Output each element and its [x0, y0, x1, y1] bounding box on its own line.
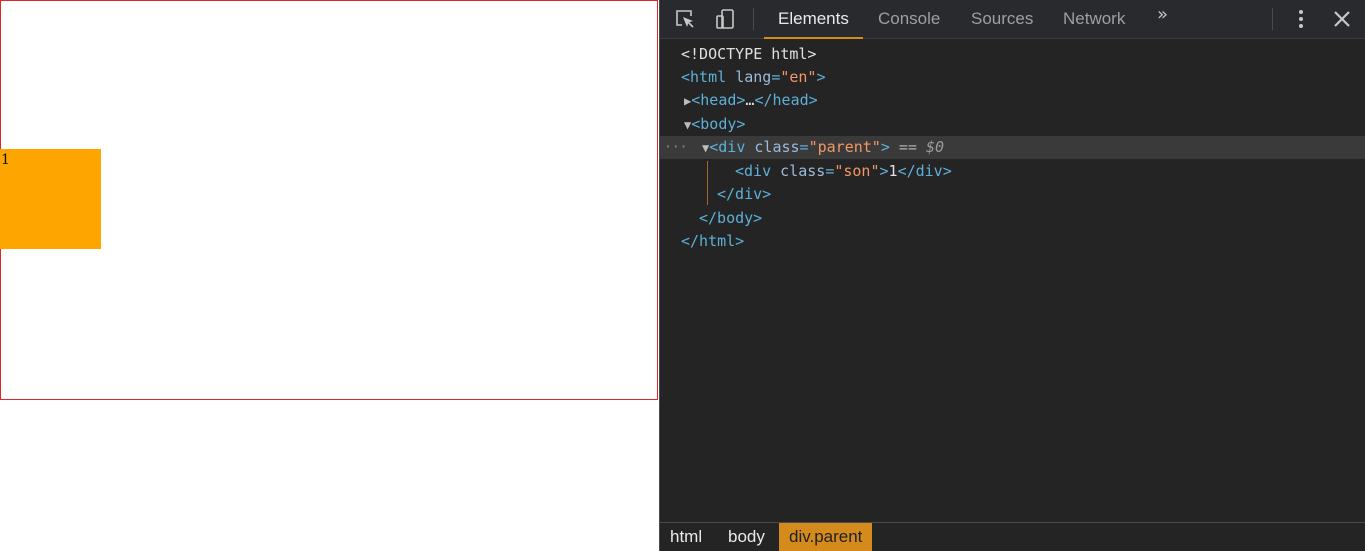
son-text-node: 1 — [888, 162, 898, 180]
more-tabs-chevron-icon[interactable]: » — [1157, 4, 1168, 25]
dom-line-head[interactable]: ▶<head>…</head> — [660, 89, 1365, 112]
selected-marker: == — [898, 138, 926, 156]
son-div-text: 1 — [1, 152, 10, 168]
devtools-panel: Elements Console Sources Network » <!DOC… — [659, 0, 1365, 551]
div-tag: <div — [735, 162, 772, 180]
class-son-value: "son" — [834, 162, 880, 180]
tab-console[interactable]: Console — [878, 0, 940, 39]
son-div[interactable] — [0, 149, 101, 249]
indent-guide — [707, 161, 708, 205]
more-actions-dots-icon[interactable]: ··· — [664, 136, 687, 159]
toolbar-separator-right — [1272, 8, 1273, 30]
tab-sources[interactable]: Sources — [971, 0, 1033, 39]
device-toolbar-icon[interactable] — [713, 7, 737, 31]
dom-line-doctype[interactable]: <!DOCTYPE html> — [660, 43, 1365, 66]
html-lang-value: "en" — [780, 68, 817, 86]
tab-elements[interactable]: Elements — [764, 0, 863, 39]
html-tag: <html — [681, 68, 727, 86]
breadcrumb-div-parent[interactable]: div.parent — [779, 523, 873, 551]
kebab-menu-icon[interactable] — [1289, 7, 1313, 31]
inspect-element-icon[interactable] — [673, 7, 697, 31]
dom-line-body-close[interactable]: </body> — [660, 207, 1365, 230]
dom-line-div-parent[interactable]: ··· ▼<div class="parent"> == $0 — [660, 136, 1365, 159]
class-parent-value: "parent" — [808, 138, 881, 156]
dom-line-body-open[interactable]: ▼<body> — [660, 113, 1365, 136]
head-close-tag: </head> — [754, 91, 818, 109]
breadcrumb-body[interactable]: body — [718, 523, 775, 551]
dom-line-html-open[interactable]: <html lang="en"> — [660, 66, 1365, 89]
devtools-toolbar: Elements Console Sources Network » — [660, 0, 1365, 39]
class-attr: class — [780, 162, 826, 180]
div-close-tag: </div> — [717, 185, 772, 203]
body-tag: <body> — [691, 115, 746, 133]
doctype-text: <!DOCTYPE html> — [681, 45, 817, 63]
page-viewport: 1 — [0, 0, 659, 551]
selected-var: $0 — [925, 138, 945, 156]
close-icon[interactable] — [1330, 7, 1354, 31]
dom-line-div-close[interactable]: </div> — [660, 183, 1365, 206]
div-close-tag: </div> — [897, 162, 952, 180]
html-lang-attr: lang — [735, 68, 772, 86]
breadcrumb-html[interactable]: html — [660, 523, 712, 551]
body-close-tag: </body> — [699, 209, 763, 227]
html-close-tag: </html> — [681, 232, 745, 250]
head-tag: <head> — [691, 91, 746, 109]
dom-line-html-close[interactable]: </html> — [660, 230, 1365, 253]
tab-network[interactable]: Network — [1063, 0, 1125, 39]
class-attr: class — [754, 138, 800, 156]
toolbar-separator — [753, 8, 754, 30]
elements-dom-tree: <!DOCTYPE html> <html lang="en"> ▶<head>… — [660, 40, 1365, 522]
div-tag: <div — [709, 138, 746, 156]
dom-line-div-son[interactable]: <div class="son">1</div> — [660, 160, 1365, 183]
breadcrumb: html body div.parent — [660, 522, 1365, 551]
